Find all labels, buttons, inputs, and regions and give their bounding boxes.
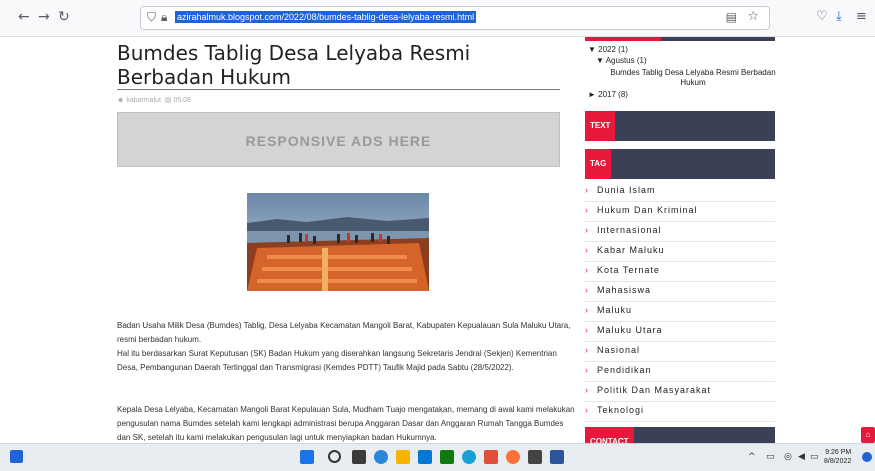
- tag-item[interactable]: › Kabar Maluku: [585, 241, 775, 262]
- download-icon[interactable]: ⤓: [836, 9, 842, 24]
- search-icon[interactable]: [328, 450, 341, 463]
- post-title: Bumdes Tablig Desa Lelyaba Resmi Berbada…: [117, 41, 471, 89]
- chevron-right-icon: ›: [585, 205, 589, 215]
- pocket-icon[interactable]: ♡: [816, 9, 828, 24]
- chat-icon[interactable]: [374, 450, 388, 464]
- word-icon[interactable]: [550, 450, 564, 464]
- text-widget-label: TEXT: [585, 111, 616, 141]
- taskbar: ^ ▭ ◎ ◀ ▭ 9:26 PM 8/8/2022: [0, 443, 875, 471]
- chevron-right-icon: ›: [585, 325, 589, 335]
- archive-post-link[interactable]: Bumdes Tablig Desa Lelyaba Resmi Berbada…: [608, 68, 778, 88]
- chevron-up-icon[interactable]: ^: [748, 452, 756, 462]
- chevron-right-icon: ›: [585, 365, 589, 375]
- url-text[interactable]: azirahalmuk.blogspot.com/2022/08/bumdes-…: [175, 11, 477, 23]
- chevron-right-icon: ›: [585, 285, 589, 295]
- menu-icon[interactable]: ≡: [856, 9, 867, 24]
- chevron-right-icon: ›: [585, 345, 589, 355]
- tag-item[interactable]: › Pendidikan: [585, 361, 775, 382]
- contact-widget-header: CONTACT: [585, 427, 775, 443]
- back-icon[interactable]: ←: [18, 9, 30, 25]
- tag-item[interactable]: › Internasional: [585, 221, 775, 242]
- battery-icon[interactable]: ▭: [810, 452, 819, 462]
- post-date: 05.08: [173, 97, 191, 104]
- post-photo[interactable]: [247, 193, 429, 291]
- notification-icon[interactable]: [862, 452, 872, 462]
- tag-widget-header: TAG: [585, 149, 775, 179]
- address-bar[interactable]: ⛉ 🔒︎ azirahalmuk.blogspot.com/2022/08/bu…: [140, 6, 770, 30]
- volume-icon[interactable]: ◀: [798, 452, 805, 462]
- tag-item[interactable]: › Dunia Islam: [585, 181, 775, 202]
- widgets-icon[interactable]: [10, 450, 23, 463]
- author-icon: ☻: [117, 97, 125, 104]
- reader-view-icon[interactable]: ▤: [726, 10, 737, 24]
- clock-time: 9:26 PM: [825, 449, 852, 456]
- page-content: Bumdes Tablig Desa Lelyaba Resmi Berbada…: [0, 37, 875, 443]
- mail-icon[interactable]: [484, 450, 498, 464]
- firefox-icon[interactable]: [506, 450, 520, 464]
- post-meta: ☻ kabarmalut ▤ 05.08: [117, 96, 191, 104]
- start-icon[interactable]: [300, 450, 314, 464]
- calendar-icon: ▤: [164, 97, 172, 104]
- file-explorer-icon[interactable]: [396, 450, 410, 464]
- tag-widget-label: TAG: [585, 149, 612, 179]
- archive-month-agustus[interactable]: ▼ Agustus (1): [596, 56, 647, 66]
- chevron-right-icon: ›: [585, 405, 589, 415]
- task-view-icon[interactable]: [352, 450, 366, 464]
- chevron-right-icon: ›: [585, 245, 589, 255]
- back-to-top-button[interactable]: ⌂: [861, 427, 875, 443]
- lock-icon[interactable]: 🔒︎: [161, 10, 167, 25]
- tag-item[interactable]: › Hukum Dan Kriminal: [585, 201, 775, 222]
- tag-item[interactable]: › Mahasiswa: [585, 281, 775, 302]
- post-paragraph-2: Hal itu berdasarkan Surat Keputusan (SK)…: [117, 349, 557, 372]
- reload-icon[interactable]: ↻: [58, 9, 70, 25]
- archive-year-2017[interactable]: ► 2017 (8): [588, 90, 628, 100]
- terminal-icon[interactable]: [528, 450, 542, 464]
- wifi-icon[interactable]: ◎: [784, 452, 792, 462]
- tracking-shield-icon[interactable]: ⛉: [147, 10, 156, 25]
- post-paragraph-3: Kepala Desa Lelyaba, Kecamatan Mangoli B…: [117, 405, 575, 442]
- boat-photo-image: [247, 193, 429, 291]
- tag-item[interactable]: › Kota Ternate: [585, 261, 775, 282]
- bookmark-star-icon[interactable]: ☆: [747, 9, 759, 24]
- chevron-right-icon: ›: [585, 225, 589, 235]
- post-paragraph-1: Badan Usaha Milik Desa (Bumdes) Tablig, …: [117, 321, 571, 344]
- outlook-icon[interactable]: [440, 450, 454, 464]
- chevron-right-icon: ›: [585, 265, 589, 275]
- ads-banner[interactable]: RESPONSIVE ADS HERE: [117, 112, 560, 167]
- tag-item[interactable]: › Maluku Utara: [585, 321, 775, 342]
- tag-item[interactable]: › Politik Dan Masyarakat: [585, 381, 775, 402]
- archive-year-2022[interactable]: ▼ 2022 (1): [588, 45, 628, 55]
- chevron-right-icon: ›: [585, 305, 589, 315]
- store-icon[interactable]: [418, 450, 432, 464]
- tag-item[interactable]: › Nasional: [585, 341, 775, 362]
- clock-date: 8/8/2022: [824, 458, 852, 465]
- tag-item[interactable]: › Maluku: [585, 301, 775, 322]
- archive-header-bar: [585, 37, 775, 41]
- clock[interactable]: 9:26 PM 8/8/2022: [824, 448, 851, 466]
- author-name[interactable]: kabarmalut: [126, 97, 161, 104]
- browser-toolbar: ← → ↻ ⛉ 🔒︎ azirahalmuk.blogspot.com/2022…: [0, 0, 875, 37]
- forward-icon[interactable]: →: [38, 9, 50, 25]
- ads-label: RESPONSIVE ADS HERE: [245, 133, 432, 149]
- chevron-right-icon: ›: [585, 185, 589, 195]
- keyboard-icon[interactable]: ▭: [766, 452, 775, 462]
- contact-widget-label: CONTACT: [585, 427, 634, 443]
- text-widget-header: TEXT: [585, 111, 775, 141]
- tag-item[interactable]: › Teknologi: [585, 401, 775, 422]
- edge-icon[interactable]: [462, 450, 476, 464]
- title-divider: [117, 89, 560, 90]
- chevron-right-icon: ›: [585, 385, 589, 395]
